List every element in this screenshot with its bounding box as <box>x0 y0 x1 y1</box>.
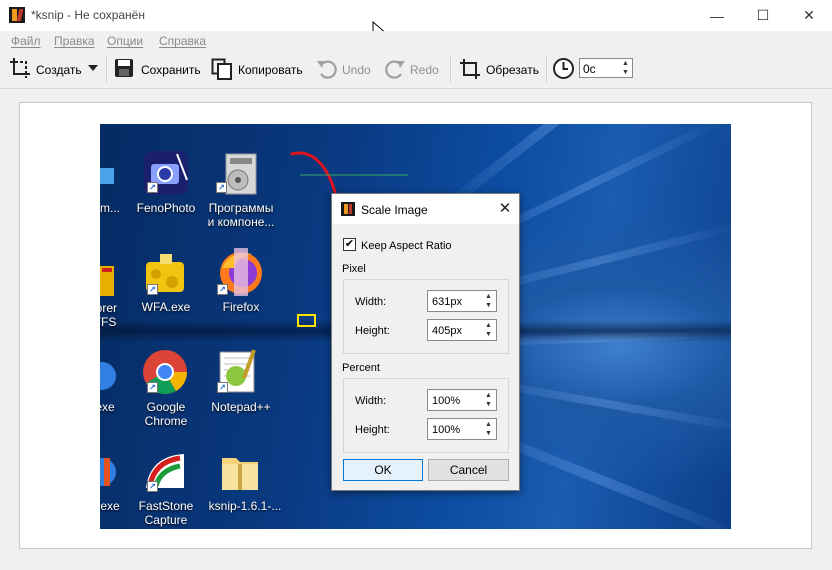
yellow-rect-annotation[interactable] <box>297 314 317 328</box>
dropdown-arrow-icon[interactable] <box>88 65 98 71</box>
crop-icon <box>460 59 480 79</box>
close-button[interactable]: ✕ <box>786 0 832 31</box>
spin-down-icon[interactable]: ▼ <box>622 69 629 76</box>
toolbar-separator <box>546 56 547 82</box>
cancel-button[interactable]: Cancel <box>428 459 509 481</box>
desktop-icon-label: mm... <box>100 201 120 215</box>
pixel-width-value: 631px <box>432 296 462 308</box>
redo-icon <box>385 60 405 79</box>
spin-down-icon[interactable]: ▼ <box>485 430 492 437</box>
percent-width-stepper[interactable]: ▲ ▼ <box>482 392 495 408</box>
save-icon <box>115 59 133 77</box>
desktop-icon-label: ksnip-1.6.1-... <box>208 499 282 513</box>
pixel-height-label: Height: <box>355 325 390 337</box>
menu-options[interactable]: Опции <box>107 34 143 48</box>
shortcut-arrow-icon: ↗ <box>217 382 228 393</box>
percent-width-label: Width: <box>355 395 387 407</box>
window-title: *ksnip - Не сохранён <box>31 8 145 22</box>
delay-value: 0с <box>583 62 596 76</box>
percent-height-label: Height: <box>355 424 390 436</box>
folder-zip-icon[interactable] <box>216 448 266 496</box>
shortcut-arrow-icon: ↗ <box>147 284 158 295</box>
menu-file[interactable]: Файл <box>11 34 41 48</box>
delay-stepper[interactable]: ▲ ▼ <box>619 60 632 76</box>
menu-edit[interactable]: Правка <box>54 34 95 48</box>
dialog-close-button[interactable]: ✕ <box>496 200 514 218</box>
pixel-height-stepper[interactable]: ▲ ▼ <box>482 322 495 338</box>
shortcut-arrow-icon: ↗ <box>147 182 158 193</box>
spin-down-icon[interactable]: ▼ <box>485 401 492 408</box>
minimize-icon: — <box>710 7 724 24</box>
percent-height-stepper[interactable]: ▲ ▼ <box>482 421 495 437</box>
undo-label: Undo <box>342 63 371 77</box>
percent-group-label: Percent <box>342 362 380 374</box>
desktop-icon-partial-1[interactable] <box>100 152 130 200</box>
toolbar-separator <box>450 56 451 82</box>
pixel-group-label: Pixel <box>342 263 366 275</box>
desktop-icon-label: FenoPhoto <box>136 201 196 215</box>
save-label: Сохранить <box>141 63 201 77</box>
desktop-icon-partial-2[interactable] <box>100 258 130 306</box>
ksnip-logo-icon <box>341 202 355 216</box>
desktop-icon-partial-3[interactable] <box>100 352 130 400</box>
desktop-icon-label: Программы и компоне... <box>207 201 275 229</box>
shortcut-arrow-icon: ↗ <box>216 182 227 193</box>
maximize-button[interactable]: ☐ <box>740 0 786 31</box>
desktop-icon-label: exe <box>100 400 115 414</box>
dialog-title: Scale Image <box>361 203 428 217</box>
desktop-icon-label: WFA.exe <box>141 300 191 314</box>
pixel-height-value: 405px <box>432 325 462 337</box>
clock-icon <box>553 58 574 79</box>
shortcut-arrow-icon: ↗ <box>147 382 158 393</box>
shortcut-arrow-icon: ↗ <box>147 481 158 492</box>
percent-width-value: 100% <box>432 395 461 407</box>
redo-label: Redo <box>410 63 439 77</box>
minimize-button[interactable]: — <box>694 0 740 31</box>
keep-aspect-checkbox[interactable]: ✔ <box>343 238 356 251</box>
copy-label: Копировать <box>238 63 303 77</box>
new-capture-icon <box>10 58 30 78</box>
shortcut-arrow-icon: ↗ <box>217 284 228 295</box>
close-icon: ✕ <box>498 200 512 217</box>
menu-help[interactable]: Справка <box>159 34 206 48</box>
percent-height-value: 100% <box>432 424 461 436</box>
spin-up-icon[interactable]: ▲ <box>485 293 492 300</box>
close-icon: ✕ <box>803 7 815 23</box>
desktop-icon-label: FastStone Capture <box>138 499 194 527</box>
create-label: Создать <box>36 63 82 77</box>
spin-up-icon[interactable]: ▲ <box>485 421 492 428</box>
spin-up-icon[interactable]: ▲ <box>485 392 492 399</box>
desktop-icon-label: lorer TFS <box>100 301 117 329</box>
checkmark-icon: ✔ <box>344 238 355 250</box>
ksnip-logo-icon <box>9 7 25 23</box>
copy-icon <box>211 58 232 80</box>
desktop-icon-label: 0.exe <box>100 499 120 513</box>
spin-up-icon[interactable]: ▲ <box>622 60 629 67</box>
spin-up-icon[interactable]: ▲ <box>485 322 492 329</box>
desktop-icon-partial-4[interactable] <box>100 448 130 496</box>
toolbar-separator <box>106 56 107 82</box>
crop-label: Обрезать <box>486 63 539 77</box>
desktop-icon-label: Notepad++ <box>211 400 271 414</box>
ok-button[interactable]: OK <box>343 459 423 481</box>
desktop-icon-label: Firefox <box>222 300 260 314</box>
undo-icon <box>317 60 337 79</box>
maximize-icon: ☐ <box>756 7 770 23</box>
desktop-icon-label: Google Chrome <box>144 400 188 428</box>
keep-aspect-label: Keep Aspect Ratio <box>361 240 452 252</box>
green-line-annotation[interactable] <box>300 172 410 178</box>
pixel-width-stepper[interactable]: ▲ ▼ <box>482 293 495 309</box>
spin-down-icon[interactable]: ▼ <box>485 302 492 309</box>
pixel-width-label: Width: <box>355 296 387 308</box>
spin-down-icon[interactable]: ▼ <box>485 331 492 338</box>
